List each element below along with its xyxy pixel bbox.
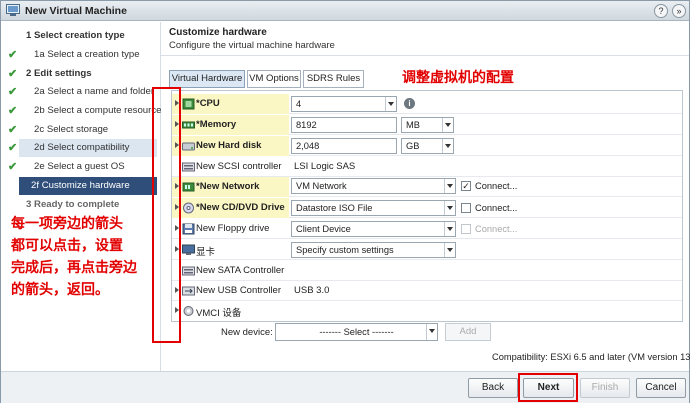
expand-icon[interactable]: »: [672, 4, 686, 18]
chevron-down-icon: [426, 324, 437, 340]
cdrom-select[interactable]: Datastore ISO File: [291, 200, 456, 216]
usb-controller-icon: [182, 286, 195, 296]
floppy-icon: [182, 223, 195, 235]
page-subtitle: Configure the virtual machine hardware: [169, 40, 335, 51]
network-connect-label: Connect...: [475, 181, 518, 191]
floppy-connect-label: Connect...: [475, 224, 518, 234]
check-icon: ✔: [8, 161, 18, 173]
tab-sdrs-rules[interactable]: SDRS Rules: [303, 70, 364, 88]
chevron-down-icon: [442, 139, 453, 153]
new-device-label: New device:: [221, 327, 273, 338]
step-2f[interactable]: 2f Customize hardware: [19, 177, 157, 195]
check-icon: ✔: [8, 68, 18, 80]
annotation-next-highlight: [518, 373, 578, 402]
step-2b[interactable]: ✔ 2b Select a compute resource: [1, 102, 161, 120]
tab-virtual-hardware[interactable]: Virtual Hardware: [169, 70, 245, 88]
annotation-left: 每一项旁边的箭头 都可以点击，设置 完成后，再点击旁边 的箭头，返回。: [11, 215, 137, 297]
chevron-down-icon: [444, 243, 455, 257]
disk-unit-select[interactable]: GB: [401, 138, 454, 154]
wizard-window: New Virtual Machine ? » 1 Select creatio…: [0, 0, 690, 403]
check-icon: ✔: [8, 124, 18, 136]
chevron-down-icon: [444, 222, 455, 236]
page-title: Customize hardware: [169, 27, 267, 38]
floppy-connect-checkbox[interactable]: [461, 224, 471, 234]
hard-disk-icon: [182, 142, 195, 151]
check-icon: ✔: [8, 142, 18, 154]
hw-row-usb: New USB Controller USB 3.0: [172, 281, 682, 301]
hw-row-vmci: VMCI 设备: [172, 301, 682, 321]
cpu-icon: [182, 98, 195, 110]
help-icon[interactable]: ?: [654, 4, 668, 18]
title-bar: New Virtual Machine ? »: [1, 1, 689, 21]
new-device-select[interactable]: ------- Select -------: [275, 323, 438, 341]
compatibility-text: Compatibility: ESXi 6.5 and later (VM ve…: [492, 352, 690, 362]
cpu-select[interactable]: 4: [291, 96, 397, 112]
memory-input[interactable]: 8192: [291, 117, 397, 133]
chevron-down-icon: [444, 201, 455, 215]
vmci-icon: [183, 306, 194, 316]
annotation-top: 调整虚拟机的配置: [402, 69, 514, 85]
step-2a[interactable]: ✔ 2a Select a name and folder: [1, 83, 157, 101]
network-icon: [182, 182, 195, 192]
vm-icon: [6, 4, 20, 16]
tab-vm-options[interactable]: VM Options: [247, 70, 301, 88]
check-icon: ✔: [8, 105, 18, 117]
window-title: New Virtual Machine: [25, 5, 127, 17]
back-button[interactable]: Back: [468, 378, 518, 398]
cdrom-connect-label: Connect...: [475, 203, 518, 213]
chevron-down-icon: [442, 118, 453, 132]
step-2d[interactable]: ✔ 2d Select compatibility: [8, 139, 157, 157]
cd-dvd-icon: [183, 202, 194, 214]
usb-value: USB 3.0: [294, 285, 330, 296]
step-2[interactable]: ✔ 2 Edit settings: [1, 65, 157, 83]
check-icon: ✔: [8, 49, 18, 61]
hw-row-sata: New SATA Controller: [172, 261, 682, 281]
chevron-down-icon: [444, 179, 455, 193]
wizard-steps: 1 Select creation type ✔ 1a Select a cre…: [1, 22, 161, 371]
video-card-select[interactable]: Specify custom settings: [291, 242, 456, 258]
sata-controller-icon: [182, 266, 195, 276]
network-select[interactable]: VM Network: [291, 178, 456, 194]
disk-size-input[interactable]: 2,048: [291, 138, 397, 154]
hw-row-cpu: *CPU: [172, 94, 682, 114]
network-connect-checkbox[interactable]: ✓: [461, 181, 471, 191]
divider: [161, 55, 689, 56]
cancel-button[interactable]: Cancel: [636, 378, 686, 398]
finish-button[interactable]: Finish: [580, 378, 630, 398]
step-2e[interactable]: ✔ 2e Select a guest OS: [1, 158, 157, 176]
scsi-controller-icon: [182, 162, 195, 172]
step-2c[interactable]: ✔ 2c Select storage: [1, 121, 157, 139]
hw-row-scsi: New SCSI controller LSI Logic SAS: [172, 157, 682, 177]
chevron-down-icon: [385, 97, 396, 111]
memory-unit-select[interactable]: MB: [401, 117, 454, 133]
video-card-icon: [182, 244, 195, 255]
memory-icon: [182, 121, 195, 129]
scsi-value: LSI Logic SAS: [294, 161, 356, 172]
floppy-select[interactable]: Client Device: [291, 221, 456, 237]
cdrom-connect-checkbox[interactable]: [461, 203, 471, 213]
check-icon: ✔: [8, 86, 18, 98]
add-device-button[interactable]: Add: [445, 323, 491, 341]
step-1a[interactable]: ✔ 1a Select a creation type: [1, 46, 157, 64]
step-1[interactable]: 1 Select creation type: [1, 27, 157, 45]
annotation-arrows-highlight: [152, 87, 181, 343]
info-icon[interactable]: i: [404, 98, 415, 109]
